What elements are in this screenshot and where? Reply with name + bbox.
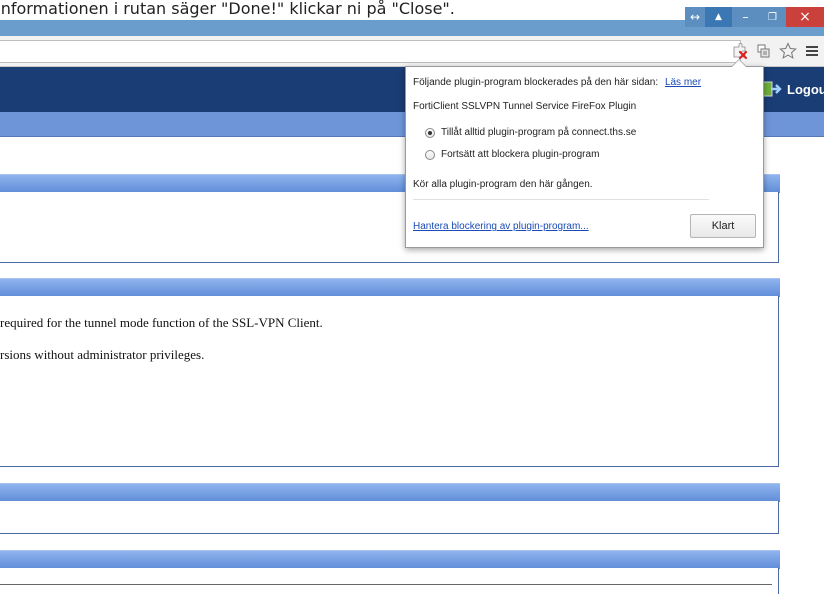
toolbar-icons	[730, 41, 822, 61]
address-bar[interactable]	[0, 40, 741, 63]
panel-3-header	[0, 483, 780, 502]
done-button[interactable]: Klart	[690, 214, 756, 238]
restore-button[interactable]: ❐	[759, 7, 786, 27]
panel-4-header	[0, 550, 780, 569]
close-window-button[interactable]: ×	[786, 7, 824, 27]
panel-4-body	[0, 568, 779, 594]
bubble-separator	[413, 199, 709, 200]
radio-always-allow-circle[interactable]	[425, 127, 435, 138]
resize-icon[interactable]: ↔	[685, 7, 705, 27]
content-line-2: rsions without administrator privileges.	[0, 347, 205, 362]
page-action-icon[interactable]	[754, 41, 774, 61]
panel-4-divider	[0, 584, 772, 585]
logout-label: Logout	[787, 81, 824, 97]
run-all-plugins-link[interactable]: Kör alla plugin-program den här gången.	[413, 179, 593, 190]
plugin-name: FortiClient SSLVPN Tunnel Service FireFo…	[413, 101, 637, 112]
radio-always-allow[interactable]: Tillåt alltid plugin-program på connect.…	[425, 127, 636, 138]
star-icon[interactable]	[778, 41, 798, 61]
logout-link[interactable]: Logout	[762, 80, 824, 98]
radio-always-allow-label: Tillåt alltid plugin-program på connect.…	[441, 127, 637, 138]
learn-more-link[interactable]: Läs mer	[665, 77, 701, 88]
radio-keep-blocking-label: Fortsätt att blockera plugin-program	[441, 149, 600, 160]
plugin-blocked-bubble: Följande plugin-program blockerades på d…	[405, 59, 764, 248]
window-controls: ↔ ▲ – ❐ ×	[685, 6, 824, 28]
bubble-header: Följande plugin-program blockerades på d…	[413, 77, 701, 88]
manage-plugin-blocking-link[interactable]: Hantera blockering av plugin-program...	[413, 221, 589, 232]
radio-keep-blocking-circle[interactable]	[425, 149, 435, 160]
hamburger-menu-icon[interactable]	[802, 41, 822, 61]
browser-toolbar	[0, 36, 824, 67]
blocked-plugin-icon[interactable]	[730, 41, 750, 61]
panel-3-body	[0, 501, 779, 534]
logout-icon	[762, 81, 782, 97]
bubble-arrow	[731, 59, 747, 67]
radio-keep-blocking[interactable]: Fortsätt att blockera plugin-program	[425, 149, 599, 160]
content-line-1: required for the tunnel mode function of…	[0, 315, 323, 330]
minimize-button[interactable]: –	[732, 7, 759, 27]
caption-text: Informationen i rutan säger "Done!" klic…	[0, 0, 455, 18]
panel-2-header	[0, 278, 780, 297]
bubble-header-text: Följande plugin-program blockerades på d…	[413, 77, 659, 88]
user-profile-icon[interactable]: ▲	[705, 7, 732, 27]
